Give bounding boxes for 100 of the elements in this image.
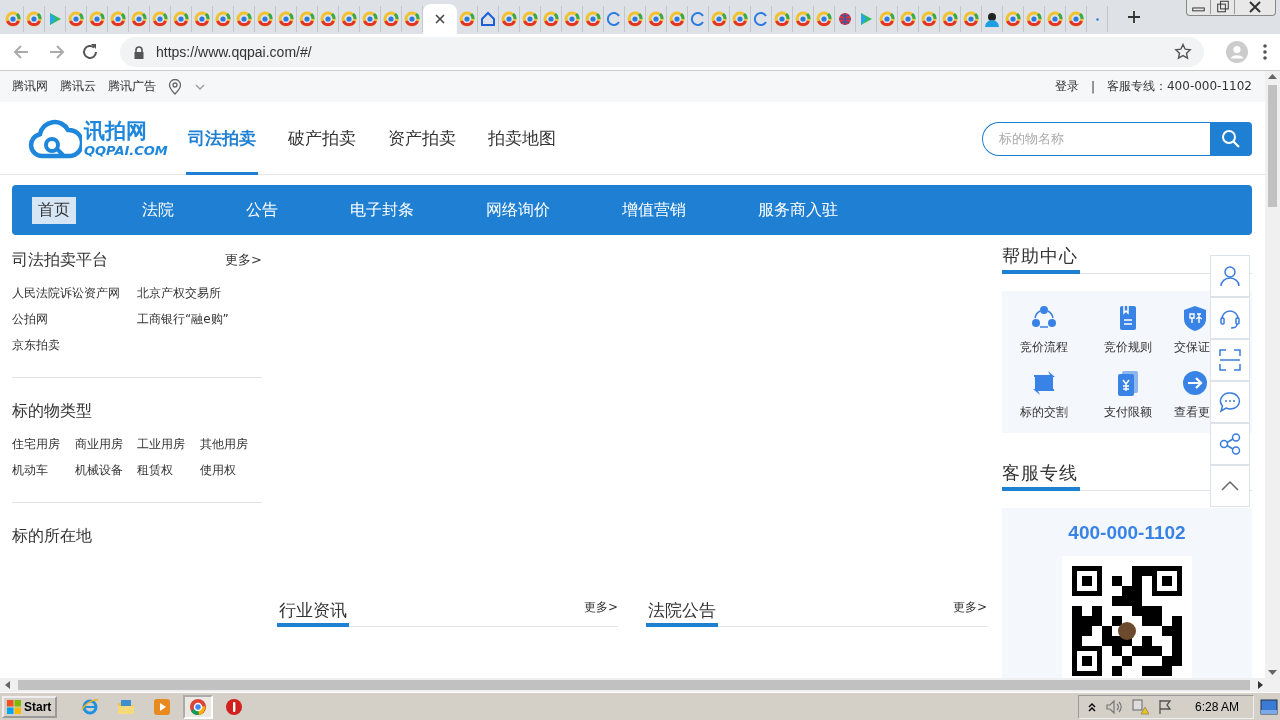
network-warning-icon[interactable] (1130, 698, 1149, 715)
site-favicon-icon (152, 11, 168, 27)
site-favicon-icon (816, 11, 832, 27)
play-favicon-icon (47, 11, 63, 27)
category-link[interactable]: 工业用房 (137, 434, 200, 454)
flag-icon[interactable] (1156, 698, 1173, 715)
shield-icon[interactable] (1182, 305, 1208, 331)
site-favicon-icon (459, 11, 475, 27)
nav-tab[interactable]: 资产拍卖 (385, 102, 458, 175)
hotline-text: 客服专线：400-000-1102 (1107, 78, 1252, 95)
top-link[interactable]: 腾讯网 (12, 78, 48, 95)
category-link[interactable]: 北京产权交易所 (137, 283, 262, 303)
site-favicon-icon (1068, 11, 1084, 27)
site-favicon-icon (26, 11, 42, 27)
category-link[interactable]: 其他用房 (200, 434, 262, 454)
menu-item[interactable]: 网络询价 (480, 196, 556, 224)
category-link[interactable]: 公拍网 (12, 309, 137, 329)
help-link[interactable]: 支付限额 (1104, 404, 1152, 421)
site-favicon-icon (278, 11, 294, 27)
site-favicon-icon (900, 11, 916, 27)
menu-item[interactable]: 公告 (240, 196, 284, 224)
side-tool-button[interactable] (1210, 297, 1250, 339)
site-favicon-icon (110, 11, 126, 27)
category-link[interactable]: 机械设备 (75, 460, 137, 480)
back-to-top-button[interactable] (1210, 465, 1250, 507)
speaker-icon[interactable] (1104, 698, 1123, 715)
help-link[interactable]: 竞价规则 (1104, 339, 1152, 356)
arrow-circle-icon[interactable] (1182, 370, 1208, 396)
top-link[interactable]: 腾讯广告 (108, 78, 156, 95)
nav-tab[interactable]: 破产拍卖 (285, 102, 358, 175)
location-pin-icon[interactable] (168, 78, 182, 95)
help-link[interactable]: 标的交割 (1020, 404, 1068, 421)
more-link[interactable]: 更多> (225, 251, 262, 269)
site-favicon-icon (1047, 11, 1063, 27)
side-tool-button[interactable] (1210, 255, 1250, 297)
section-title: 法院公告 (646, 599, 718, 627)
scroll-thumb[interactable] (1268, 85, 1277, 207)
globe-favicon-icon (837, 11, 853, 27)
site-favicon-icon (68, 11, 84, 27)
stop-sign-icon (225, 697, 244, 716)
side-tool-button[interactable] (1210, 381, 1250, 423)
nav-tab[interactable]: 司法拍卖 (185, 102, 258, 175)
yen-card-icon[interactable] (1115, 370, 1141, 396)
exchange-icon[interactable] (1031, 370, 1057, 396)
site-favicon-icon (942, 11, 958, 27)
menu-item[interactable]: 增值营销 (616, 196, 692, 224)
search-button[interactable] (1210, 121, 1252, 156)
category-link[interactable]: 使用权 (200, 460, 262, 480)
category-link[interactable]: 京东拍卖 (12, 335, 137, 355)
nav-tab[interactable]: 拍卖地图 (485, 102, 558, 175)
site-favicon-icon (299, 11, 315, 27)
side-tool-button[interactable] (1210, 423, 1250, 465)
address-bar[interactable]: https://www.qqpai.com/#/ (120, 37, 1204, 67)
help-link[interactable]: 交保证 (1174, 339, 1210, 356)
menu-item[interactable]: 服务商入驻 (752, 196, 844, 224)
site-favicon-icon (404, 11, 420, 27)
top-link[interactable]: 腾讯云 (60, 78, 96, 95)
loading-icon (606, 11, 622, 27)
help-link[interactable]: 竞价流程 (1020, 339, 1068, 356)
search-field[interactable]: 标的物名称 (982, 121, 1210, 156)
menu-item[interactable]: 电子封条 (344, 196, 420, 224)
close-icon[interactable] (434, 13, 446, 25)
category-link[interactable]: 商业用房 (75, 434, 137, 454)
site-favicon-icon (131, 11, 147, 27)
lock-icon (134, 45, 144, 59)
more-link[interactable]: 更多> (583, 599, 618, 616)
site-favicon-icon (627, 11, 643, 27)
site-favicon-icon (1026, 11, 1042, 27)
reload-icon[interactable] (80, 42, 100, 62)
site-favicon-icon (774, 11, 790, 27)
logo-domain: QQPAI.COM (84, 143, 168, 157)
category-link[interactable]: 工商银行“融e购” (137, 309, 262, 329)
new-tab-icon[interactable] (1126, 9, 1142, 25)
site-favicon-icon (362, 11, 378, 27)
login-link[interactable]: 登录 (1054, 78, 1079, 95)
scroll-thumb[interactable] (18, 680, 1250, 690)
show-desktop-icon[interactable] (1260, 698, 1278, 715)
site-favicon-icon (648, 11, 664, 27)
chevron-down-icon[interactable] (194, 82, 206, 91)
clock-text[interactable]: 6:28 AM (1194, 699, 1239, 714)
menu-item[interactable]: 首页 (32, 196, 76, 224)
start-button[interactable]: Start (2, 695, 58, 718)
help-link[interactable]: 查看更 (1174, 404, 1210, 421)
star-icon[interactable] (1174, 43, 1192, 61)
more-link[interactable]: 更多> (952, 599, 987, 616)
menu-icon[interactable] (1262, 43, 1268, 61)
vertical-scrollbar[interactable] (1265, 71, 1280, 678)
category-link[interactable]: 租赁权 (137, 460, 200, 480)
site-favicon-icon (236, 11, 252, 27)
taskbar-app-button[interactable] (183, 694, 214, 719)
category-link[interactable]: 住宅用房 (12, 434, 75, 454)
side-tool-button[interactable] (1210, 339, 1250, 381)
category-link[interactable]: 机动车 (12, 460, 75, 480)
browser-tab[interactable] (982, 6, 1003, 32)
horizontal-scrollbar[interactable] (0, 678, 1280, 692)
category-link[interactable]: 人民法院诉讼资产网 (12, 283, 137, 303)
logo-name: 讯拍网 (84, 120, 148, 142)
network-icon[interactable] (1031, 305, 1057, 331)
menu-item[interactable]: 法院 (136, 196, 180, 224)
site-favicon-icon (564, 11, 580, 27)
